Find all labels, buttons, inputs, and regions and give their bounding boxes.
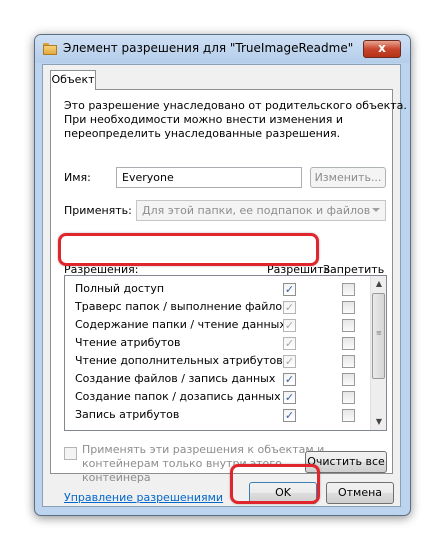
allow-checkbox[interactable]: ✓ xyxy=(283,283,296,296)
deny-checkbox[interactable] xyxy=(342,355,355,368)
close-button[interactable]: x xyxy=(363,40,401,58)
dialog-client-area: Объект Это разрешение унаследовано от ро… xyxy=(42,64,407,507)
deny-checkbox[interactable] xyxy=(342,319,355,332)
permission-name: Запись атрибутов xyxy=(75,408,180,421)
apply-inside-line: Применять эти разрешения к объектам и xyxy=(82,443,325,456)
deny-checkbox[interactable] xyxy=(342,391,355,404)
window-title: Элемент разрешения для "TrueImageReadme" xyxy=(63,41,354,55)
grip-icon: ≡ xyxy=(376,329,382,337)
permission-row-traverse: Траверс папок / выполнение файлов ✓ xyxy=(65,298,370,316)
permission-name: Содержание папки / чтение данных xyxy=(75,318,286,331)
permission-row-create-files: Создание файлов / запись данных ✓ xyxy=(65,370,370,388)
apply-to-value: Для этой папки, ее подпапок и файлов xyxy=(142,204,371,217)
highlight-ok-button xyxy=(230,464,320,504)
folder-icon xyxy=(43,43,57,55)
permission-name: Создание файлов / запись данных xyxy=(75,372,276,385)
allow-checkbox[interactable]: ✓ xyxy=(283,319,296,332)
permission-entry-dialog: Элемент разрешения для "TrueImageReadme"… xyxy=(34,34,411,516)
deny-checkbox[interactable] xyxy=(342,373,355,386)
permission-row-read-attributes: Чтение атрибутов ✓ xyxy=(65,334,370,352)
name-label: Имя: xyxy=(64,171,91,184)
scrollbar-thumb[interactable]: ≡ xyxy=(372,293,385,379)
apply-to-select[interactable]: Для этой папки, ее подпапок и файлов xyxy=(136,200,386,221)
deny-checkbox[interactable] xyxy=(342,301,355,314)
scroll-up-icon[interactable]: ▲ xyxy=(371,276,386,292)
permission-row-full-control: Полный доступ ✓ xyxy=(65,280,370,298)
title-bar[interactable]: Элемент разрешения для "TrueImageReadme"… xyxy=(35,35,410,63)
allow-checkbox[interactable]: ✓ xyxy=(283,355,296,368)
cancel-button[interactable]: Отмена xyxy=(326,482,394,504)
object-tab-panel: Это разрешение унаследовано от родительс… xyxy=(50,89,407,504)
permission-row-read-extended-attributes: Чтение дополнительных атрибутов ✓ xyxy=(65,352,370,370)
manage-permissions-link[interactable]: Управление разрешениями xyxy=(64,491,223,504)
inheritance-info: Это разрешение унаследовано от родительс… xyxy=(64,99,407,141)
highlight-full-control xyxy=(58,233,319,266)
permission-row-list-folder: Содержание папки / чтение данных ✓ xyxy=(65,316,370,334)
deny-checkbox[interactable] xyxy=(342,283,355,296)
scroll-down-icon[interactable]: ▼ xyxy=(371,414,386,430)
chevron-down-icon xyxy=(372,208,380,212)
deny-checkbox[interactable] xyxy=(342,337,355,350)
permissions-list: Полный доступ ✓ Траверс папок / выполнен… xyxy=(64,275,387,431)
allow-checkbox[interactable]: ✓ xyxy=(283,409,296,422)
permission-name: Создание папок / дозапись данных xyxy=(75,390,281,403)
permission-row-create-folders: Создание папок / дозапись данных ✓ xyxy=(65,388,370,406)
permission-name: Чтение дополнительных атрибутов xyxy=(75,354,283,367)
allow-checkbox[interactable]: ✓ xyxy=(283,373,296,386)
allow-checkbox[interactable]: ✓ xyxy=(283,301,296,314)
tab-object[interactable]: Объект xyxy=(50,70,96,90)
deny-checkbox[interactable] xyxy=(342,409,355,422)
info-line: переопределить унаследованные разрешения… xyxy=(64,127,341,140)
allow-checkbox[interactable]: ✓ xyxy=(283,337,296,350)
permission-name: Полный доступ xyxy=(75,282,165,295)
permission-row-write-attributes: Запись атрибутов ✓ xyxy=(65,406,370,424)
name-field[interactable]: Everyone xyxy=(116,167,302,188)
apply-inside-checkbox[interactable] xyxy=(64,447,77,460)
info-line: Это разрешение унаследовано от родительс… xyxy=(64,99,407,112)
permissions-scrollbar[interactable]: ▲ ≡ ▼ xyxy=(370,276,386,430)
allow-checkbox[interactable]: ✓ xyxy=(283,391,296,404)
apply-to-label: Применять: xyxy=(64,204,132,217)
info-line: При необходимости можно внести изменения… xyxy=(64,113,344,126)
permission-name: Траверс папок / выполнение файлов xyxy=(75,300,289,313)
permission-name: Чтение атрибутов xyxy=(75,336,181,349)
change-button[interactable]: Изменить... xyxy=(310,167,386,188)
